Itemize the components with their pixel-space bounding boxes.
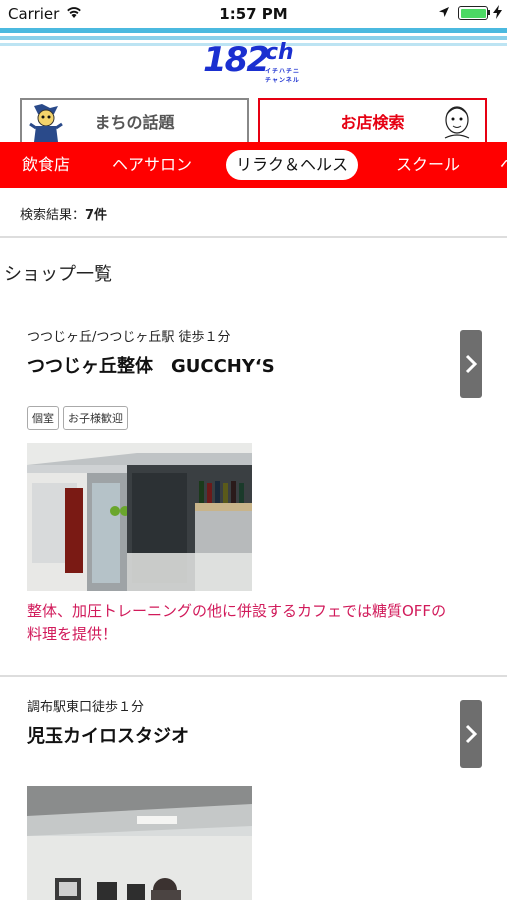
app-header: 182 ch イチハチニ チャンネル: [0, 28, 507, 86]
search-results-summary: 検索結果：7件: [0, 188, 507, 238]
category-school[interactable]: スクール: [396, 150, 460, 180]
category-restaurant[interactable]: 飲食店: [22, 150, 70, 180]
tab-shop-search[interactable]: お店検索: [258, 98, 487, 142]
status-bar: Carrier 1:57 PM: [0, 0, 507, 28]
shop-list-title: ショップ一覧: [4, 264, 112, 285]
shop-detail-button[interactable]: [460, 700, 482, 768]
tab-town-topics-label: まちの話題: [94, 113, 175, 132]
charging-icon: [493, 5, 502, 19]
results-label: 検索結果：7件: [20, 204, 107, 223]
results-count: 7件: [85, 208, 108, 223]
shop-tags: 個室 お子様歓迎: [27, 406, 128, 430]
shop-photo[interactable]: [27, 786, 252, 900]
shop-description: 整体、加圧トレーニングの他に併設するカフェでは糖質OFFの料理を提供！: [27, 602, 447, 643]
tab-shop-search-label: お店検索: [340, 113, 405, 132]
shop-access: 調布駅東口徒歩１分: [27, 700, 145, 715]
logo-number: 182: [203, 40, 270, 80]
shop-detail-button[interactable]: [460, 330, 482, 398]
logo-182ch[interactable]: 182 ch イチハチニ チャンネル: [203, 40, 307, 84]
chevron-right-icon: [465, 724, 478, 744]
shop-photo[interactable]: [27, 443, 252, 591]
category-bar: 飲食店 ヘアサロン リラク＆ヘルス スクール ペ: [0, 142, 507, 188]
chevron-right-icon: [465, 354, 478, 374]
shop-name[interactable]: つつじヶ丘整体 GUCCHY‘S: [27, 352, 275, 378]
category-hair-salon[interactable]: ヘアサロン: [112, 150, 192, 180]
battery-icon: [458, 6, 488, 20]
list-item[interactable]: 調布駅東口徒歩１分 児玉カイロスタジオ: [0, 690, 507, 900]
category-relax-health[interactable]: リラク＆ヘルス: [226, 150, 359, 180]
top-tabs: まちの話題 お店検索: [0, 86, 507, 142]
logo-ch: ch: [265, 40, 294, 65]
tab-town-topics[interactable]: まちの話題: [20, 98, 249, 142]
list-item[interactable]: つつじヶ丘/つつじヶ丘駅 徒歩１分 つつじヶ丘整体 GUCCHY‘S 個室 お子…: [0, 320, 507, 677]
results-label-text: 検索結果：: [20, 208, 86, 223]
category-pet[interactable]: ペ: [500, 150, 507, 180]
status-time: 1:57 PM: [219, 5, 288, 23]
shop-access: つつじヶ丘/つつじヶ丘駅 徒歩１分: [27, 330, 231, 345]
battery-cap: [488, 10, 490, 15]
mascot-icon: [444, 106, 470, 139]
mascot-icon: [29, 104, 63, 142]
shop-name[interactable]: 児玉カイロスタジオ: [27, 722, 189, 748]
location-icon: [439, 7, 449, 17]
tag-private-room: 個室: [27, 406, 59, 430]
tag-kids-welcome: お子様歓迎: [63, 406, 128, 430]
logo-subtitle: イチハチニ チャンネル: [265, 68, 301, 84]
